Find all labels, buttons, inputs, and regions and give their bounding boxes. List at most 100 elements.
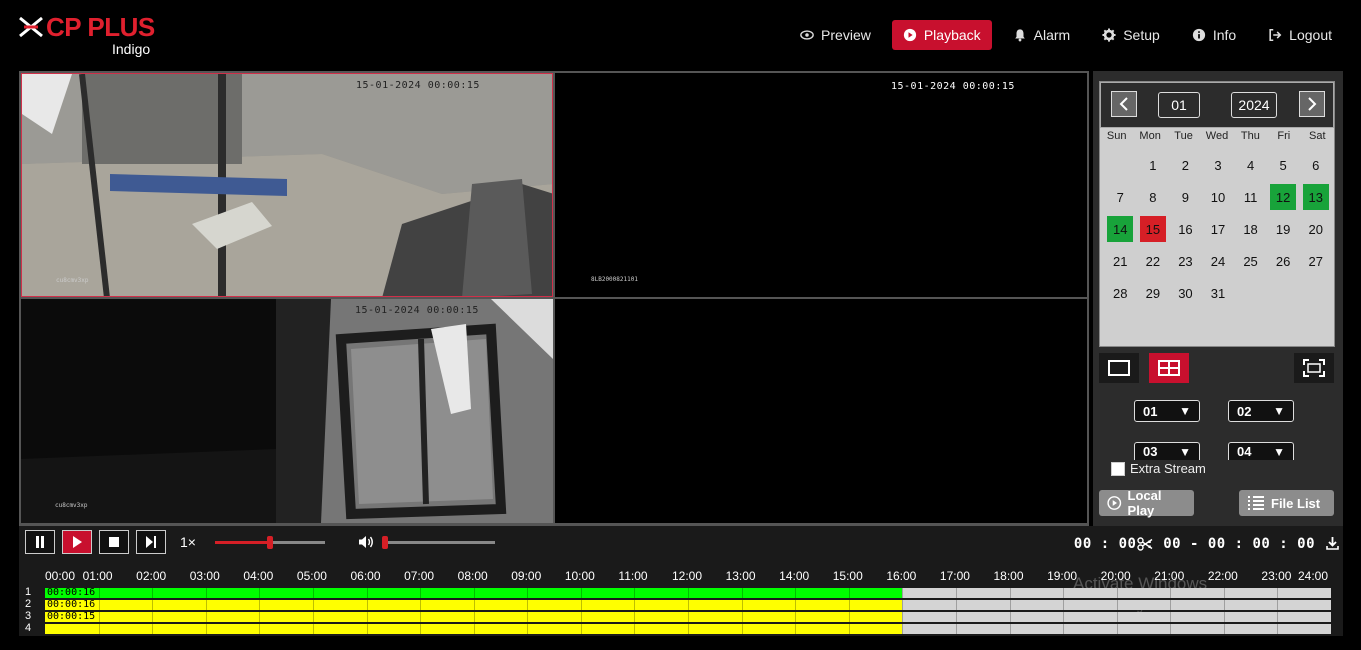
calendar-day-15[interactable]: 15 <box>1137 216 1170 242</box>
fullscreen-button[interactable] <box>1294 353 1334 383</box>
calendar-day-31[interactable]: 31 <box>1202 280 1235 306</box>
timeline-hour-tick <box>1223 612 1225 622</box>
calendar-day-5[interactable]: 5 <box>1267 152 1300 178</box>
timeline-hour-tick <box>955 600 957 610</box>
local-play-button[interactable]: Local Play <box>1099 488 1194 518</box>
timeline-hour-tick <box>580 588 582 598</box>
calendar-day-13[interactable]: 13 <box>1299 184 1332 210</box>
calendar-day-19[interactable]: 19 <box>1267 216 1300 242</box>
progress-handle[interactable] <box>267 536 273 549</box>
nav-preview[interactable]: Preview <box>789 20 882 50</box>
speed-indicator: 1× <box>180 534 196 550</box>
calendar-day-29[interactable]: 29 <box>1137 280 1170 306</box>
calendar-day-6[interactable]: 6 <box>1299 152 1332 178</box>
calendar-day-22[interactable]: 22 <box>1137 248 1170 274</box>
nav-info[interactable]: Info <box>1181 20 1247 50</box>
timeline-hour-tick <box>902 612 904 622</box>
prev-month-button[interactable] <box>1111 91 1137 117</box>
caret-down-icon: ▼ <box>1179 404 1191 418</box>
calendar-day-18[interactable]: 18 <box>1234 216 1267 242</box>
video-cell-4[interactable] <box>555 299 1087 523</box>
fullscreen-icon <box>1303 359 1325 377</box>
month-field[interactable]: 01 <box>1158 92 1200 118</box>
calendar-day-number: 10 <box>1210 189 1226 205</box>
nav-alarm[interactable]: Alarm <box>1002 20 1082 50</box>
nav-setup[interactable]: Setup <box>1091 20 1171 50</box>
calendar-day-number: 28 <box>1113 285 1128 301</box>
video-cell-1[interactable]: 15-01-2024 00:00:15 cu8cmv3xp <box>21 73 553 297</box>
file-list-button[interactable]: File List <box>1239 490 1334 516</box>
timeline-hour-tick <box>741 624 743 634</box>
pause-button[interactable] <box>25 530 55 554</box>
next-month-button[interactable] <box>1299 91 1325 117</box>
nav-playback[interactable]: Playback <box>891 20 992 50</box>
single-view-button[interactable] <box>1099 353 1139 383</box>
play-button[interactable] <box>62 530 92 554</box>
timeline-hour-label: 00:00 <box>45 569 76 583</box>
caret-down-icon: ▼ <box>1179 444 1191 459</box>
calendar-day-3[interactable]: 3 <box>1202 152 1235 178</box>
calendar-day-14[interactable]: 14 <box>1104 216 1137 242</box>
next-frame-button[interactable] <box>136 530 166 554</box>
calendar-day-23[interactable]: 23 <box>1169 248 1202 274</box>
calendar-day-24[interactable]: 24 <box>1202 248 1235 274</box>
quad-view-button[interactable] <box>1149 353 1189 383</box>
calendar-day-25[interactable]: 25 <box>1234 248 1267 274</box>
channel-select-2[interactable]: 02 ▼ <box>1228 400 1294 422</box>
volume-icon[interactable] <box>358 535 374 549</box>
extra-stream-option[interactable]: Extra Stream <box>1111 461 1206 476</box>
video-cell-2[interactable]: 15-01-2024 00:00:15 8LB2000821101 <box>555 73 1087 297</box>
calendar-day-17[interactable]: 17 <box>1202 216 1235 242</box>
progress-slider[interactable] <box>215 536 325 549</box>
calendar-day-7[interactable]: 7 <box>1104 184 1137 210</box>
calendar-day-12[interactable]: 12 <box>1267 184 1300 210</box>
calendar-day-26[interactable]: 26 <box>1267 248 1300 274</box>
calendar-day-21[interactable]: 21 <box>1104 248 1137 274</box>
timeline-hour-tick <box>634 624 636 634</box>
calendar-day-number: 22 <box>1145 253 1161 269</box>
channel-select-3[interactable]: 03 ▼ <box>1134 442 1200 460</box>
calendar-day-number: 15 <box>1139 216 1166 242</box>
calendar-day-16[interactable]: 16 <box>1169 216 1202 242</box>
weekday-label: Tue <box>1174 130 1193 142</box>
channel-select-1[interactable]: 01 ▼ <box>1134 400 1200 422</box>
extra-stream-checkbox[interactable] <box>1111 461 1125 476</box>
calendar-day-1[interactable]: 1 <box>1137 152 1170 178</box>
channel-select-3-value: 03 <box>1143 444 1158 459</box>
camera-feed-image <box>21 299 553 523</box>
timeline-row-3[interactable]: 00:00:15 <box>45 611 1331 622</box>
calendar-day-20[interactable]: 20 <box>1299 216 1332 242</box>
timeline-hour-tick <box>420 624 422 634</box>
timeline-hour-tick <box>98 600 100 610</box>
calendar-day-11[interactable]: 11 <box>1234 184 1267 210</box>
timeline-hour-tick <box>1009 612 1011 622</box>
timeline-hour-tick <box>1223 600 1225 610</box>
volume-slider[interactable] <box>382 536 495 549</box>
calendar-day-27[interactable]: 27 <box>1299 248 1332 274</box>
timeline-hour-tick <box>1277 588 1279 598</box>
calendar-day-28[interactable]: 28 <box>1104 280 1137 306</box>
calendar-day-9[interactable]: 9 <box>1169 184 1202 210</box>
channel-select-1-value: 01 <box>1143 403 1158 419</box>
nav-logout[interactable]: Logout <box>1257 20 1343 50</box>
calendar-day-8[interactable]: 8 <box>1137 184 1170 210</box>
volume-handle[interactable] <box>382 536 388 549</box>
timeline-hour-tick <box>848 624 850 634</box>
timeline-hour-tick <box>1063 624 1065 634</box>
timeline-row-4[interactable] <box>45 624 1331 634</box>
timeline-hour-tick <box>1116 588 1118 598</box>
download-icon[interactable] <box>1326 537 1339 550</box>
timeline-hour-label: 03:00 <box>189 569 220 583</box>
timeline-row-2[interactable]: 00:00:16 <box>45 599 1331 610</box>
calendar-day-10[interactable]: 10 <box>1202 184 1235 210</box>
calendar-day-4[interactable]: 4 <box>1234 152 1267 178</box>
stop-button[interactable] <box>99 530 129 554</box>
calendar-day-2[interactable]: 2 <box>1169 152 1202 178</box>
calendar-day-30[interactable]: 30 <box>1169 280 1202 306</box>
extra-stream-label: Extra Stream <box>1130 461 1206 476</box>
video-cell-3[interactable]: 15-01-2024 00:00:15 cu8cmv3xp <box>21 299 553 523</box>
year-field[interactable]: 2024 <box>1231 92 1277 118</box>
timeline-row-1[interactable]: 00:00:16 <box>45 587 1331 598</box>
channel-select-4[interactable]: 04 ▼ <box>1228 442 1294 460</box>
timeline[interactable]: Activate Windows Go to Settings to activ… <box>19 562 1343 636</box>
